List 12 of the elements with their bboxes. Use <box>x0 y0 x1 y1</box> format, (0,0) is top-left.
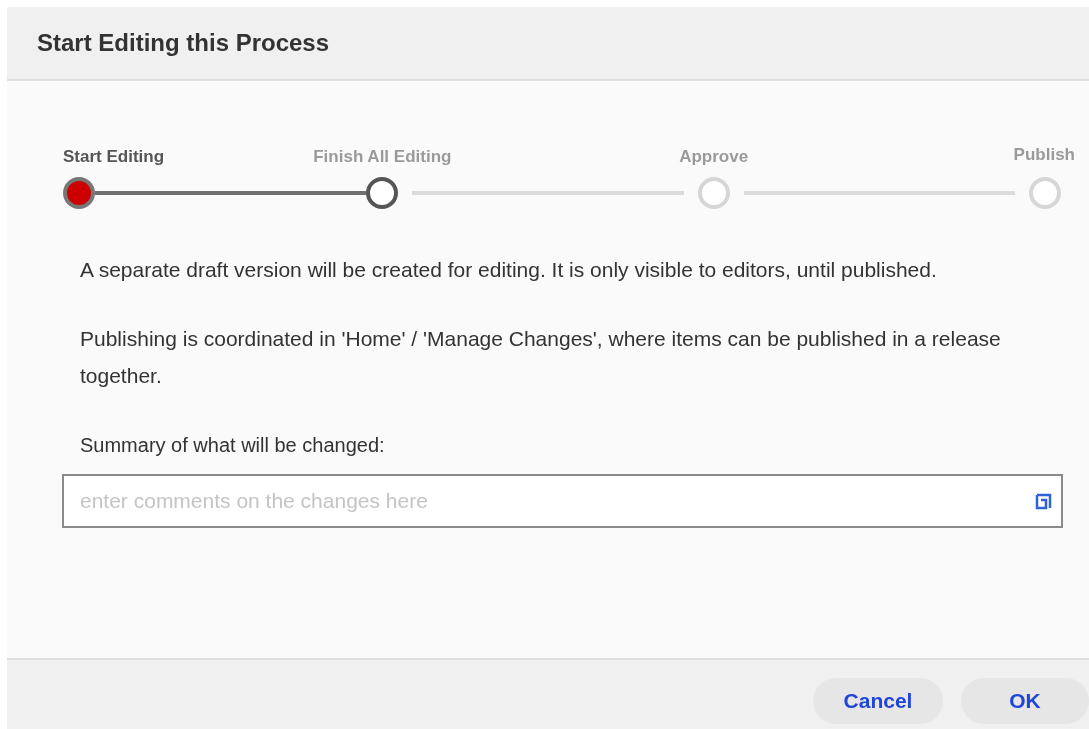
cancel-button[interactable]: Cancel <box>813 678 943 724</box>
field-label: Summary of what will be changed: <box>80 433 386 458</box>
step-label: Start Editing <box>63 145 165 168</box>
summary-field[interactable]: enter comments on the changes here <box>62 474 1063 528</box>
info-paragraph: A separate draft version will be created for editing. It is only visible to editors, until published. <box>80 257 938 283</box>
info-paragraph: Publishing is coordinated in 'Home' / 'Manage Changes', where items can be published in a release together. <box>80 326 1002 389</box>
step-label: Publish <box>1013 143 1075 166</box>
ok-button[interactable]: OK <box>961 678 1089 724</box>
dialog-title: Start Editing this Process <box>37 28 330 58</box>
step-label: Finish All Editing <box>313 145 452 168</box>
expand-icon[interactable] <box>1035 492 1053 510</box>
step-label: Approve <box>679 145 749 168</box>
